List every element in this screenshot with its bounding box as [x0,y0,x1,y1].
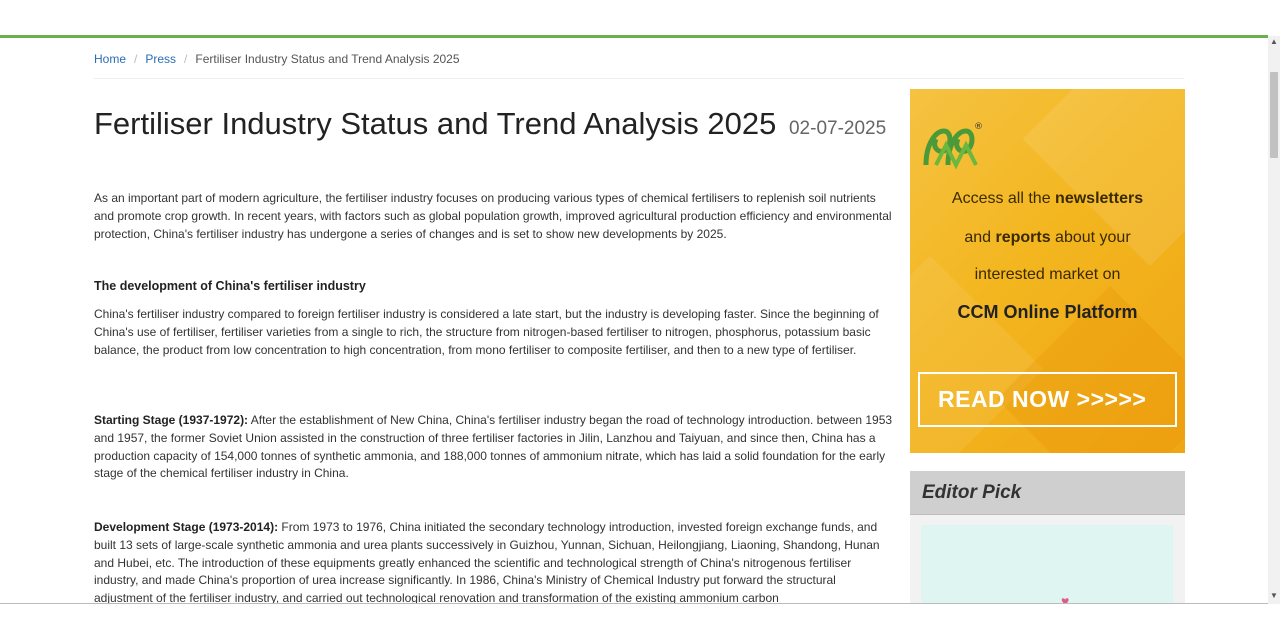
scrollbar-thumb[interactable] [1270,72,1278,158]
development-stage-label: Development Stage (1973-2014): [94,520,279,534]
ad-line-1-text: Access all the [951,190,1056,207]
ccm-logo-icon: ® [922,117,984,180]
article-title: Fertiliser Industry Status and Trend Ana… [94,106,777,141]
article-paragraph: China's fertiliser industry compared to … [94,307,879,357]
ad-line-3: interested market on [974,266,1121,283]
scroll-down-arrow-icon[interactable]: ▼ [1268,590,1280,602]
article-content: Fertiliser Industry Status and Trend Ana… [94,100,896,603]
article-title-line: Fertiliser Industry Status and Trend Ana… [94,100,896,153]
development-stage-paragraph: Development Stage (1973-2014): From 1973… [94,519,896,603]
section-heading: The development of China's fertiliser in… [94,279,366,293]
browser-bottom-area [0,604,1280,639]
registered-mark: ® [974,122,983,132]
ad-line-1: Access all the newsletters [910,190,1185,208]
breadcrumb-current: Fertiliser Industry Status and Trend Ana… [195,52,460,66]
editor-pick-header: Editor Pick [910,471,1185,515]
article-date: 02-07-2025 [788,118,887,139]
breadcrumb-press-link[interactable]: Press [145,52,176,66]
scroll-up-arrow-icon[interactable]: ▲ [1268,36,1280,48]
read-now-button[interactable]: READ NOW >>>>> [918,372,1177,427]
article-intro: As an important part of modern agricultu… [94,191,892,241]
editor-pick-title: Editor Pick [922,482,1022,503]
starting-stage-paragraph: Starting Stage (1937-1972): After the es… [94,412,896,483]
ad-line-4: CCM Online Platform [957,302,1138,322]
breadcrumb: Home / Press / Fertiliser Industry Status an… [94,52,460,66]
ccm-ad-banner[interactable]: ® Access all the newsletters and reports… [910,89,1185,453]
starting-stage-label: Starting Stage (1937-1972): [94,413,249,427]
editor-pick-image[interactable]: ♥ [921,525,1173,604]
ad-line-2-text: and [964,229,996,246]
ad-line-1-bold: newsletters [1055,190,1144,207]
breadcrumb-separator: / [134,52,138,66]
header-accent-line [0,35,1268,38]
breadcrumb-home-link[interactable]: Home [94,52,126,66]
editor-pick-panel: Editor Pick ♥ [910,471,1185,604]
breadcrumb-separator: / [184,52,188,66]
ad-line-2: and reports about your [910,229,1185,247]
ad-line-2-post: about your [1050,229,1131,246]
browser-top-area [0,0,1268,35]
breadcrumb-divider [94,78,1184,79]
ad-line-2-bold: reports [995,229,1051,246]
